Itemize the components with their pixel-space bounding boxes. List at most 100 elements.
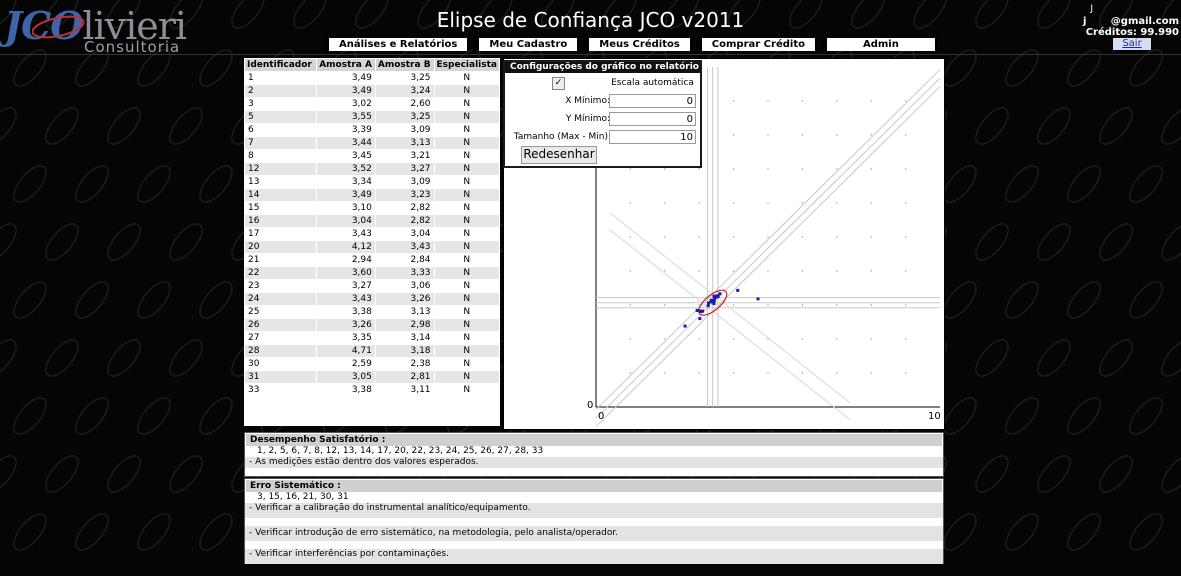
grid-dot [870, 270, 872, 272]
y-min-input[interactable] [609, 112, 696, 126]
grid-dot [767, 202, 769, 204]
cell-identifier: 23 [243, 279, 318, 293]
table-row: 5 3,55 3,25 N [243, 110, 501, 124]
nav-buy-credit[interactable]: Comprar Crédito [695, 38, 818, 51]
auto-scale-label: Escala automática [611, 78, 694, 88]
grid-dot [698, 372, 700, 374]
grid-dot [904, 338, 907, 340]
size-input[interactable] [609, 130, 696, 144]
grid-dot [629, 270, 632, 272]
nav-analyses-reports[interactable]: Análises e Relatórios [323, 38, 471, 51]
background-oval [0, 455, 17, 493]
cell-identifier: 1 [243, 71, 318, 85]
cell-specialist: N [433, 97, 501, 111]
cell-specialist: N [433, 110, 501, 124]
grid-dot [904, 168, 907, 170]
cell-identifier: 5 [243, 110, 318, 124]
cell-specialist: N [433, 188, 501, 202]
grid-dot [732, 338, 735, 340]
table-row: 16 3,04 2,82 N [243, 214, 501, 228]
size-label: Tamanho (Max - Min): [513, 132, 611, 142]
background-oval [75, 397, 109, 435]
grid-dot [801, 338, 804, 340]
grid-dot [698, 338, 700, 340]
cell-specialist: N [433, 266, 501, 280]
grid-dot [732, 236, 735, 238]
background-oval [1005, 49, 1039, 87]
chart-config-panel: Configurações do gráfico no relatório ✓ … [503, 60, 702, 168]
cell-sample-b: 3,24 [374, 84, 435, 98]
config-auto-scale-row: ✓ Escala automática [505, 75, 700, 91]
background-oval [1005, 281, 1039, 319]
background-oval [1067, 165, 1101, 203]
systematic-spacer-1 [245, 518, 943, 526]
main-nav: Análises e Relatórios Meu Cadastro Meus … [323, 38, 938, 51]
cell-sample-b: 3,13 [374, 305, 435, 319]
cell-sample-a: 3,43 [316, 227, 376, 241]
background-oval [13, 513, 47, 551]
cell-identifier: 12 [243, 162, 318, 176]
background-oval [0, 223, 17, 261]
grid-dot [836, 202, 838, 204]
nav-my-credits[interactable]: Meus Créditos [583, 38, 693, 51]
table-row: 24 3,43 3,26 N [243, 292, 501, 306]
cell-sample-a: 4,12 [316, 240, 376, 254]
cell-identifier: 15 [243, 201, 318, 215]
background-oval [199, 397, 233, 435]
cell-sample-b: 3,04 [374, 227, 435, 241]
logo-subtitle: Consultoria [84, 38, 181, 56]
auto-scale-checkbox[interactable]: ✓ [552, 77, 565, 90]
cell-identifier: 8 [243, 149, 318, 163]
background-oval [1037, 455, 1071, 493]
table-row: 17 3,43 3,04 N [243, 227, 501, 241]
grid-dot [732, 100, 735, 102]
cell-sample-a: 3,49 [316, 188, 376, 202]
cell-sample-b: 2,60 [374, 97, 435, 111]
background-oval [1067, 513, 1101, 551]
cell-identifier: 21 [243, 253, 318, 267]
table-row: 13 3,34 3,09 N [243, 175, 501, 189]
cell-specialist: N [433, 136, 501, 150]
table-row: 21 2,94 2,84 N [243, 253, 501, 267]
grid-dot [732, 372, 735, 374]
col-header-sample-b: Amostra B [374, 58, 435, 72]
cell-identifier: 13 [243, 175, 318, 189]
cell-sample-a: 2,94 [316, 253, 376, 267]
background-oval [107, 107, 141, 145]
grid-dot [767, 168, 769, 170]
grid-dot [836, 338, 838, 340]
background-oval [1129, 513, 1163, 551]
nav-admin[interactable]: Admin [820, 38, 938, 51]
x-min-label: X Mínimo: [565, 96, 610, 106]
data-point [683, 324, 687, 328]
cell-sample-a: 3,35 [316, 331, 376, 345]
background-oval [975, 223, 1009, 261]
cell-specialist: N [433, 84, 501, 98]
data-point [712, 294, 716, 298]
table-row: 25 3,38 3,13 N [243, 305, 501, 319]
col-header-sample-a: Amostra A [316, 58, 376, 72]
grid-dot [698, 202, 700, 204]
cell-sample-a: 3,27 [316, 279, 376, 293]
background-oval [1099, 339, 1133, 377]
grid-dot [767, 304, 769, 306]
background-oval [1037, 339, 1071, 377]
table-row: 31 3,05 2,81 N [243, 370, 501, 384]
nav-my-profile[interactable]: Meu Cadastro [473, 38, 581, 51]
grid-dot [698, 168, 700, 170]
cell-specialist: N [433, 175, 501, 189]
cell-specialist: N [433, 292, 501, 306]
background-oval [1161, 107, 1181, 145]
logout-link[interactable]: Sair [1113, 38, 1151, 50]
background-oval [1129, 49, 1163, 87]
background-oval [45, 339, 79, 377]
redraw-button[interactable]: Redesenhar [521, 146, 597, 164]
background-oval [1129, 281, 1163, 319]
x-min-input[interactable] [609, 94, 696, 108]
cell-sample-a: 3,60 [316, 266, 376, 280]
cell-specialist: N [433, 149, 501, 163]
measurements-table: Identificador Amostra A Amostra B Especi… [243, 58, 501, 397]
cell-sample-a: 3,52 [316, 162, 376, 176]
background-oval [1099, 455, 1133, 493]
background-oval [199, 49, 233, 87]
